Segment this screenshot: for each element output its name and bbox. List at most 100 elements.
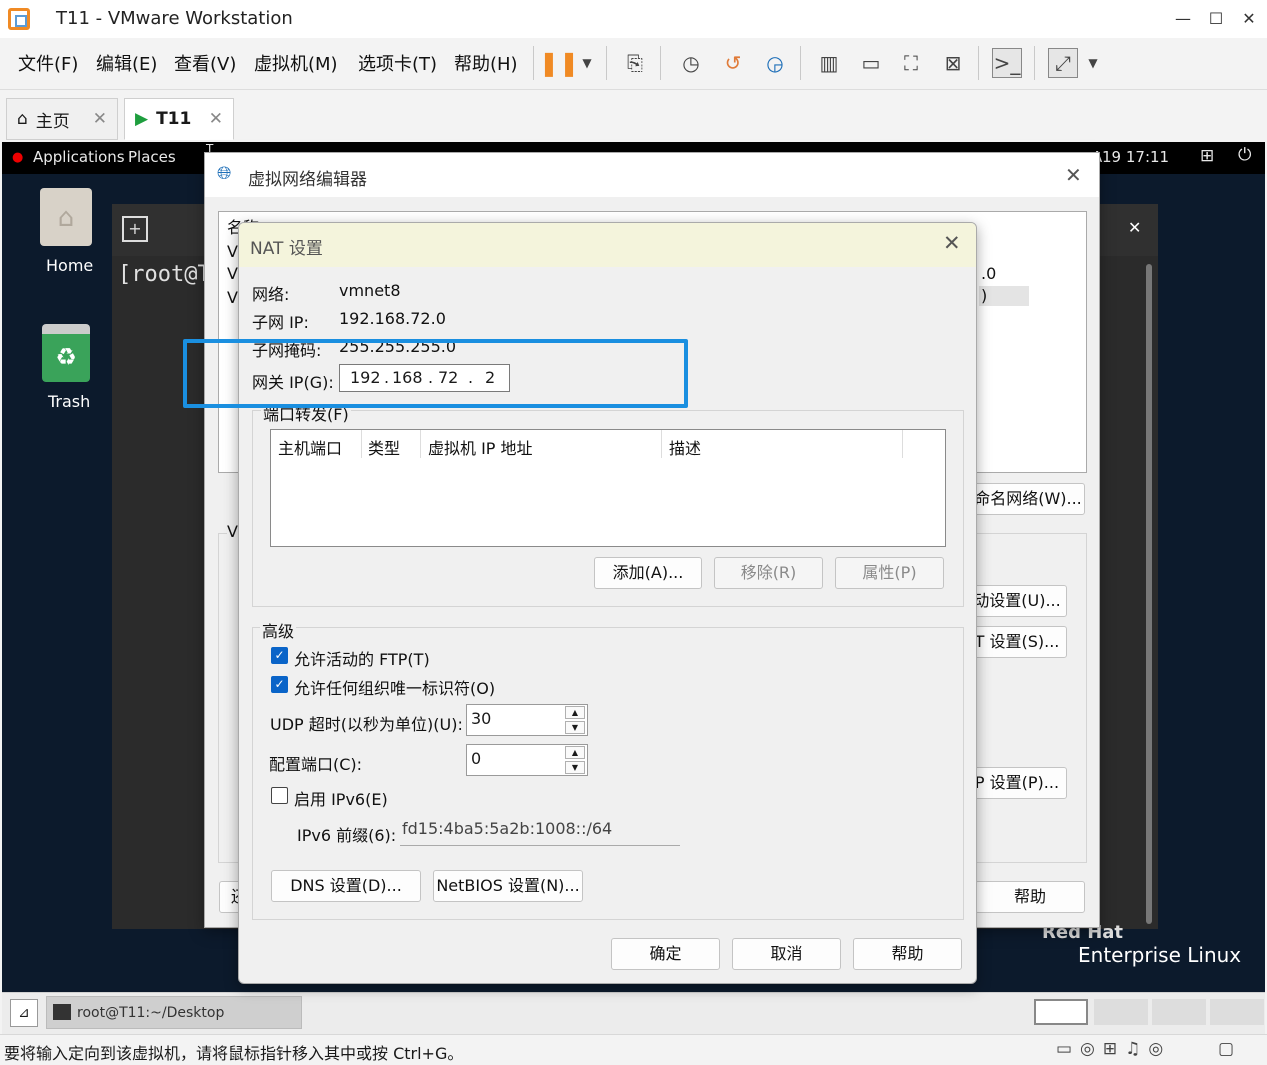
new-tab-icon[interactable]: + [122,216,148,242]
send-keys-icon[interactable]: ⎘ [620,48,650,78]
sidebar-toggle-icon[interactable]: ▥ [814,48,844,78]
menu-tabs[interactable]: 选项卡(T) [358,50,437,76]
places-menu[interactable]: Places [128,148,176,166]
taskbar-item[interactable]: root@T11:~/Desktop [46,996,302,1029]
dhcp-button[interactable]: P 设置(P)... [967,767,1067,799]
thumbnail-icon[interactable]: ▭ [856,48,886,78]
desktop-icon-label: Trash [48,392,91,411]
workspace-3[interactable] [1152,999,1206,1025]
tab-label: T11 [156,109,192,129]
window-title: T11 - VMware Workstation [56,8,293,29]
udp-timeout-spinner[interactable]: 30 ▲ ▼ [466,704,588,736]
status-bar: 要将输入定向到该虚拟机，请将鼠标指针移入其中或按 Ctrl+G。 ▭◎⊞♫◎ ▢ [0,1034,1267,1065]
close-icon[interactable]: ✕ [1065,163,1082,187]
close-icon[interactable]: ✕ [209,109,223,129]
vm-icon: ▶ [135,109,149,129]
power-icon[interactable]: ⏻ [1238,145,1251,165]
workspace-4[interactable] [1210,999,1264,1025]
close-button[interactable]: ✕ [1234,4,1264,34]
menu-vm[interactable]: 虚拟机(M) [254,50,338,76]
chevron-down-icon[interactable]: ▼ [1078,48,1108,78]
column-divider [902,430,903,458]
allow-ouid-label[interactable]: 允许任何组织唯一标识符(O) [294,675,495,699]
row-prefix: V [227,264,238,283]
menu-help[interactable]: 帮助(H) [454,50,518,76]
chevron-down-icon[interactable]: ▼ [572,48,602,78]
snapshot-icon[interactable]: ◷ [676,48,706,78]
dhcp-settings-button[interactable]: 动设置(U)... [967,585,1067,617]
terminal-scrollbar[interactable] [1146,264,1152,924]
toolbar-separator [978,46,979,80]
tab-t11[interactable]: ▶ T11 ✕ [124,98,234,140]
network-icon[interactable]: ⊞ [1200,146,1214,166]
spinner-up-icon[interactable]: ▲ [565,746,585,759]
fullscreen-icon[interactable]: ⛶ [896,48,926,78]
enable-ipv6-checkbox[interactable] [271,787,288,804]
enable-ipv6-label[interactable]: 启用 IPv6(E) [294,786,388,810]
group-label: 高级 [260,618,297,642]
console-icon[interactable]: >_ [992,48,1022,78]
properties-button[interactable]: 属性(P) [835,557,944,589]
help-button[interactable]: 帮助 [853,938,962,970]
column-header[interactable]: 虚拟机 IP 地址 [428,435,533,459]
trash-icon[interactable]: ♻ [42,324,90,382]
redhat-icon: ● [12,150,24,165]
close-icon[interactable]: ✕ [93,109,107,129]
nat-settings-button[interactable]: T 设置(S)... [967,626,1067,658]
maximize-button[interactable]: ☐ [1201,4,1231,34]
clock[interactable]: 19 17:11 [1102,148,1169,166]
dns-settings-button[interactable]: DNS 设置(D)... [271,870,421,902]
menu-toolbar: 文件(F) 编辑(E) 查看(V) 虚拟机(M) 选项卡(T) 帮助(H) ❚❚… [0,38,1267,90]
network-value: vmnet8 [339,281,401,300]
remove-button[interactable]: 移除(R) [714,557,823,589]
allow-ouid-checkbox[interactable]: ✓ [271,676,288,693]
home-folder-icon[interactable]: ⌂ [40,188,92,246]
ipv6-prefix-field[interactable]: fd15:4ba5:5a2b:1008::/64 [400,815,680,846]
spinner-value[interactable]: 0 [471,749,481,768]
show-desktop-icon[interactable]: ⊿ [10,999,38,1027]
config-port-spinner[interactable]: 0 ▲ ▼ [466,744,588,776]
menu-file[interactable]: 文件(F) [18,50,78,76]
column-divider [361,430,362,458]
help-button[interactable]: 帮助 [975,881,1085,913]
spinner-up-icon[interactable]: ▲ [565,706,585,719]
ok-button[interactable]: 确定 [611,938,720,970]
applications-menu[interactable]: Applications [33,148,125,166]
globe-icon: 🌐︎ [217,163,232,184]
menu-view[interactable]: 查看(V) [174,50,236,76]
rename-network-button[interactable]: 命名网络(W)... [971,483,1085,515]
netbios-settings-button[interactable]: NetBIOS 设置(N)... [433,870,583,902]
close-icon[interactable]: ✕ [1128,218,1141,237]
close-icon[interactable]: ✕ [943,231,961,255]
spinner-value[interactable]: 30 [471,709,491,728]
desktop-icon-label: Home [46,256,94,275]
add-button[interactable]: 添加(A)... [594,557,702,589]
minimize-button[interactable]: — [1168,4,1198,34]
workspace-1[interactable] [1034,999,1088,1025]
menu-edit[interactable]: 编辑(E) [96,50,157,76]
allow-ftp-label[interactable]: 允许活动的 FTP(T) [294,646,430,670]
spinner-down-icon[interactable]: ▼ [565,721,585,734]
column-divider [661,430,662,458]
group-label: V [227,522,238,541]
message-icon[interactable]: ▢ [1218,1039,1234,1059]
nat-settings-dialog: NAT 设置 ✕ 网络: vmnet8 子网 IP: 192.168.72.0 … [238,222,977,984]
cancel-button[interactable]: 取消 [732,938,841,970]
spinner-down-icon[interactable]: ▼ [565,761,585,774]
snapshot-manager-icon[interactable]: ◶ [760,48,790,78]
column-header[interactable]: 类型 [368,435,400,459]
revert-snapshot-icon[interactable]: ↺ [718,48,748,78]
dialog-header: NAT 设置 ✕ [239,223,976,267]
row-prefix: V [227,288,238,307]
tab-home[interactable]: ⌂ 主页 ✕ [6,98,118,140]
allow-ftp-checkbox[interactable]: ✓ [271,647,288,664]
column-header[interactable]: 主机端口 [278,435,342,459]
udp-timeout-label: UDP 超时(以秒为单位)(U): [270,715,463,734]
port-forward-table[interactable]: 主机端口 类型 虚拟机 IP 地址 描述 [270,429,946,547]
workspace-2[interactable] [1094,999,1148,1025]
pause-icon[interactable]: ❚❚ [539,48,579,78]
unity-icon[interactable]: ⊠ [938,48,968,78]
column-header[interactable]: 描述 [669,435,701,459]
device-icons[interactable]: ▭◎⊞♫◎ [1056,1039,1171,1059]
stretch-icon[interactable]: ⤢ [1048,48,1078,78]
